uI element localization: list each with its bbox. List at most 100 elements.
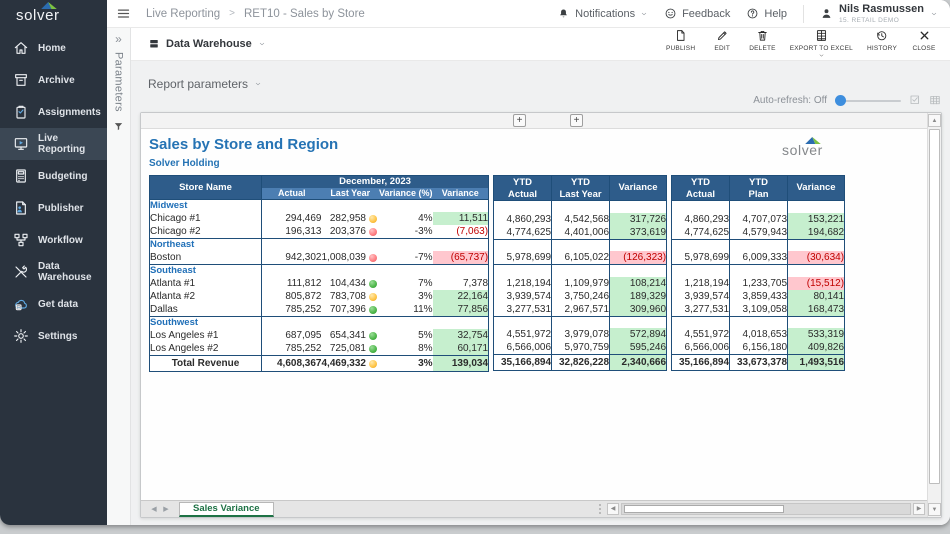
table-cell: 4,774,625 [672, 226, 730, 240]
table-cell [610, 265, 667, 277]
slider-knob[interactable] [835, 95, 846, 106]
table-cell: 104,434 [322, 277, 380, 290]
table-cell: (65,737) [433, 251, 489, 265]
status-indicator-yellow [369, 215, 377, 223]
report-solver-logo: solver [782, 142, 823, 160]
scrollbar-grip[interactable] [599, 504, 601, 514]
parameters-panel-label[interactable]: Parameters [113, 52, 125, 112]
status-indicator-green [369, 280, 377, 288]
table-cell: 6,156,180 [730, 341, 788, 355]
export-excel-icon [815, 29, 828, 42]
sidebar-item-home[interactable]: Home [0, 32, 107, 64]
table-cell: 942,302 [262, 251, 322, 265]
table-cell [262, 239, 489, 252]
feedback-button[interactable]: Feedback [664, 7, 730, 20]
scroll-left-button[interactable]: ◀ [607, 503, 619, 515]
notifications-button[interactable]: Notifications [557, 7, 648, 20]
expand-group-button[interactable]: + [570, 114, 583, 127]
horizontal-scroll-track[interactable] [621, 503, 911, 515]
breadcrumb-section[interactable]: Live Reporting [146, 8, 220, 20]
report-parameters-toggle[interactable]: Report parameters [148, 77, 262, 91]
workflow-icon [13, 232, 29, 248]
table-cell: Atlanta #2 [150, 290, 262, 303]
close-button[interactable]: CLOSE [908, 27, 940, 54]
table-cell: 3,939,574 [672, 290, 730, 303]
table-cell [788, 201, 845, 213]
grid-view-icon[interactable] [929, 94, 941, 106]
table-cell: Chicago #1 [150, 212, 262, 225]
table-cell: -7% [379, 251, 433, 265]
table-row-store: Chicago #1294,469282,9584%11,511 [150, 212, 489, 225]
feedback-label: Feedback [682, 8, 730, 20]
help-label: Help [764, 8, 787, 20]
sidebar-item-label: Budgeting [38, 171, 87, 182]
scroll-down-button[interactable]: ▼ [928, 503, 941, 516]
horizontal-scrollbar[interactable]: ◀ ▶ [599, 503, 925, 515]
vertical-scroll-thumb[interactable] [929, 129, 940, 484]
table-cell: 4,774,625 [494, 226, 552, 240]
sidebar-item-data-warehouse[interactable]: Data Warehouse [0, 256, 107, 288]
next-sheet-button[interactable]: ▶ [161, 505, 171, 513]
scroll-up-button[interactable]: ▲ [928, 114, 941, 127]
get-data-icon [13, 296, 29, 312]
publish-button[interactable]: PUBLISH [663, 27, 698, 54]
table-cell: Los Angeles #1 [150, 329, 262, 342]
expand-group-button[interactable]: + [513, 114, 526, 127]
column-header: Variance [433, 188, 489, 200]
table-cell: 3,750,246 [552, 290, 610, 303]
user-menu[interactable]: Nils Rasmussen 15. Retail Demo [820, 4, 938, 24]
toolbar-action-label: HISTORY [867, 45, 897, 52]
table-cell: 33,673,378 [730, 355, 788, 371]
status-indicator-yellow [369, 293, 377, 301]
table-cell: Dallas [150, 303, 262, 317]
sidebar-item-live-reporting[interactable]: Live Reporting [0, 128, 107, 160]
table-row-store: 4,774,6254,401,006373,619 [494, 226, 667, 240]
table-cell: 4,018,653 [730, 328, 788, 341]
breadcrumb: Live Reporting > RET10 - Sales by Store [146, 8, 365, 20]
sidebar-item-archive[interactable]: Archive [0, 64, 107, 96]
hamburger-menu-icon[interactable] [116, 6, 131, 21]
table-cell: 3,109,058 [730, 303, 788, 317]
expand-parameters-chevron-icon[interactable]: » [115, 33, 122, 45]
table-row-total: 35,166,89432,826,2282,340,666 [494, 355, 667, 371]
edit-button[interactable]: EDIT [706, 27, 738, 54]
table-row-store: 5,978,6996,009,333(30,634) [672, 251, 845, 265]
horizontal-scroll-thumb[interactable] [624, 505, 784, 513]
table-cell: 22,164 [433, 290, 489, 303]
sheet-tab-sales-variance[interactable]: Sales Variance [179, 502, 274, 517]
sidebar-item-publisher[interactable]: Publisher [0, 192, 107, 224]
filter-funnel-icon[interactable] [113, 121, 124, 132]
scroll-right-button[interactable]: ▶ [913, 503, 925, 515]
table-cell: 3% [379, 356, 433, 372]
table-cell [730, 265, 788, 277]
column-header: Variance [610, 176, 667, 201]
vertical-scrollbar[interactable]: ▲ ▼ [927, 113, 941, 517]
column-header: YTDActual [672, 176, 730, 201]
status-indicator-yellow [369, 360, 377, 368]
data-source-select[interactable]: Data Warehouse [131, 38, 266, 50]
database-icon [148, 38, 160, 50]
user-org: 15. Retail Demo [839, 17, 924, 24]
history-button[interactable]: HISTORY [864, 27, 900, 54]
table-cell: 5,970,759 [552, 341, 610, 355]
smiley-icon [664, 7, 677, 20]
table-cell [672, 239, 730, 251]
table-row-region: Southeast [150, 265, 489, 278]
sidebar-item-settings[interactable]: Settings [0, 320, 107, 352]
auto-refresh-slider[interactable] [835, 95, 901, 106]
table-row-store: 4,860,2934,707,073153,221 [672, 213, 845, 226]
sidebar-item-assignments[interactable]: Assignments [0, 96, 107, 128]
table-cell: 4,401,006 [552, 226, 610, 240]
prev-sheet-button[interactable]: ◀ [149, 505, 159, 513]
table-cell: Northeast [150, 239, 262, 252]
export-to-excel-button[interactable]: EXPORT TO EXCEL [787, 27, 856, 61]
table-cell [494, 265, 552, 277]
design-checkbox-icon[interactable] [909, 94, 921, 106]
sidebar-item-budgeting[interactable]: Budgeting [0, 160, 107, 192]
delete-button[interactable]: DELETE [746, 27, 779, 54]
table-cell: 725,081 [322, 342, 380, 356]
sidebar-item-workflow[interactable]: Workflow [0, 224, 107, 256]
sidebar-item-get-data[interactable]: Get data [0, 288, 107, 320]
table-cell: -3% [379, 225, 433, 239]
help-button[interactable]: Help [746, 7, 787, 20]
